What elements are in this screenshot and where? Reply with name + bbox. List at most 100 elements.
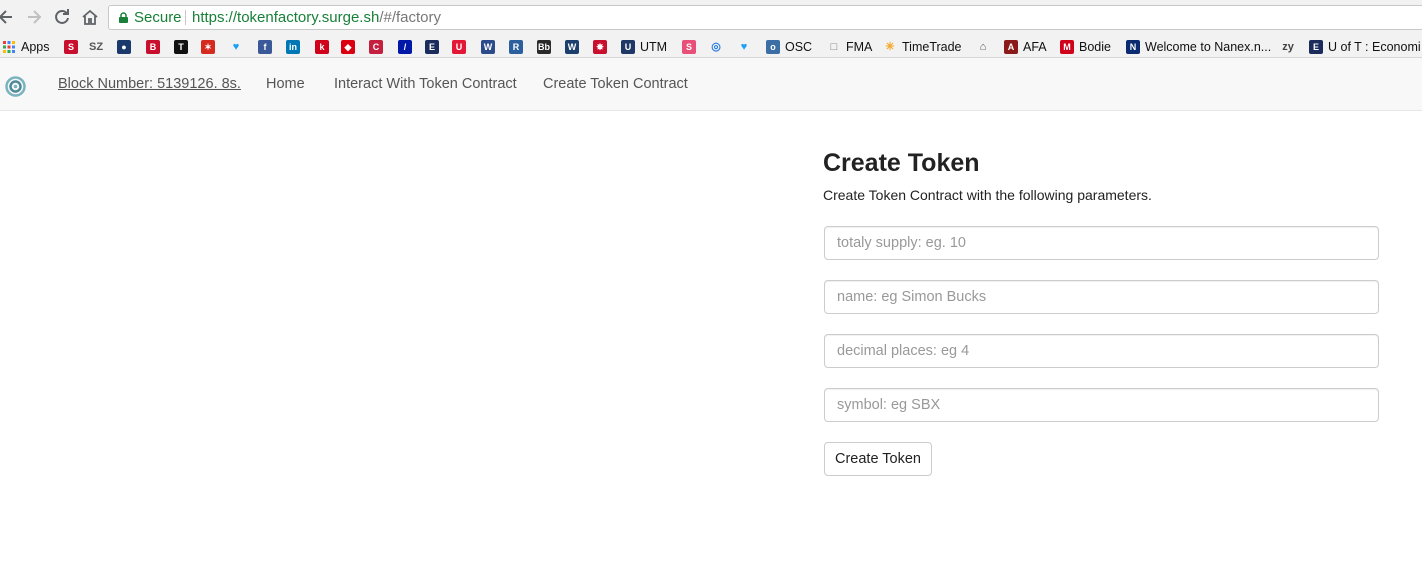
- bookmark-item[interactable]: ✸: [593, 38, 607, 55]
- e-icon: E: [1309, 39, 1323, 54]
- bookmark-label: Welcome to Nanex.n...: [1145, 39, 1272, 54]
- bookmark-item[interactable]: ◎: [709, 38, 723, 55]
- facebook-icon: f: [258, 39, 272, 54]
- target-icon: ◎: [711, 40, 721, 53]
- secure-label: Secure: [134, 9, 182, 26]
- hsbc-icon: ◆: [341, 39, 355, 54]
- bookmark-item[interactable]: ◆: [341, 38, 355, 55]
- utm-icon: U: [621, 39, 635, 54]
- maple-leaf-icon: ✶: [201, 39, 215, 54]
- bookmark-item[interactable]: E U of T : Economi: [1309, 38, 1421, 55]
- w-shield-icon: W: [481, 39, 495, 54]
- browser-toolbar: Secure https://tokenfactory.surge.sh/#/f…: [0, 0, 1422, 35]
- lock-icon: [119, 12, 128, 23]
- bookmark-item[interactable]: E: [425, 38, 439, 55]
- address-separator: [185, 10, 186, 25]
- bookmark-label: Apps: [21, 39, 50, 54]
- bookmark-label: FMA: [846, 39, 873, 54]
- bookmark-item[interactable]: /: [398, 38, 412, 55]
- nav-home[interactable]: Home: [266, 76, 305, 92]
- bookmark-item[interactable]: U: [452, 38, 466, 55]
- apps-grid-icon: [2, 40, 16, 54]
- globe-icon: ●: [117, 39, 131, 54]
- bookmark-label: UTM: [640, 39, 668, 54]
- cibc-icon: C: [369, 39, 383, 54]
- bookmark-item[interactable]: W: [565, 38, 579, 55]
- bookmark-item[interactable]: A AFA: [1004, 38, 1047, 55]
- linkedin-icon: in: [286, 39, 300, 54]
- block-number-link[interactable]: Block Number: 5139126. 8s.: [58, 76, 241, 92]
- bookmark-label: AFA: [1023, 39, 1047, 54]
- reload-icon[interactable]: [52, 7, 72, 27]
- bookmark-item[interactable]: C: [369, 38, 383, 55]
- symbol-input[interactable]: [824, 388, 1379, 422]
- bookmark-item[interactable]: W: [481, 38, 495, 55]
- bb-icon: Bb: [537, 39, 551, 54]
- create-token-button[interactable]: Create Token: [824, 442, 932, 476]
- w-icon: W: [565, 39, 579, 54]
- n-icon: N: [1126, 39, 1140, 54]
- bookmark-item[interactable]: f: [258, 38, 272, 55]
- building-icon: ⌂: [979, 40, 987, 53]
- home-icon[interactable]: [80, 7, 100, 27]
- bookmark-item[interactable]: o OSC: [766, 38, 812, 55]
- bookmark-item[interactable]: R: [509, 38, 523, 55]
- bookmark-item[interactable]: zy: [1281, 38, 1295, 55]
- bookmark-item[interactable]: N Welcome to Nanex.n...: [1126, 38, 1271, 55]
- url-host: https://tokenfactory.surge.sh: [192, 9, 380, 26]
- sz-icon: SZ: [89, 40, 104, 53]
- twitter-icon: ♥: [740, 40, 748, 53]
- brand-logo-icon[interactable]: [5, 76, 26, 97]
- bookmark-item[interactable]: ●: [117, 38, 131, 55]
- timetrade-icon: ✳: [885, 40, 895, 53]
- bookmark-item[interactable]: in: [286, 38, 300, 55]
- back-arrow-icon[interactable]: [0, 7, 16, 27]
- bill-icon: B: [146, 39, 160, 54]
- afa-icon: A: [1004, 39, 1018, 54]
- bookmark-item[interactable]: Apps: [2, 38, 50, 55]
- bookmark-label: OSC: [785, 39, 813, 54]
- bookmark-item[interactable]: ♥: [229, 38, 243, 55]
- gear-red-icon: ✸: [593, 39, 607, 54]
- forward-arrow-icon[interactable]: [24, 7, 44, 27]
- s-icon: S: [64, 39, 78, 54]
- bookmark-item[interactable]: ✳ TimeTrade: [883, 38, 962, 55]
- zy-icon: zy: [1282, 40, 1294, 53]
- bookmark-item[interactable]: Bb: [537, 38, 551, 55]
- bookmark-label: U of T : Economi: [1328, 39, 1421, 54]
- bookmarks-bar: Apps S SZ ● B T ✶ ♥ f in k ◆ C / E U W R Bb W ✸ U UTM S ◎ ♥ o OSC □ F…: [0, 35, 1422, 58]
- bookmark-item[interactable]: □ FMA: [827, 38, 873, 55]
- bookmark-label: TimeTrade: [902, 39, 962, 54]
- url-path: /#/factory: [379, 9, 442, 26]
- e-icon: E: [425, 39, 439, 54]
- bookmark-item[interactable]: ✶: [201, 38, 215, 55]
- deutsche-icon: /: [398, 39, 412, 54]
- s-pink-icon: S: [682, 39, 696, 54]
- bookmark-item[interactable]: T: [174, 38, 188, 55]
- page-icon: □: [830, 40, 838, 53]
- bookmark-item[interactable]: B: [146, 38, 160, 55]
- bookmark-item[interactable]: S: [682, 38, 696, 55]
- k-icon: k: [315, 39, 329, 54]
- app-navbar: Block Number: 5139126. 8s. Home Interact…: [0, 58, 1422, 111]
- nav-create-token[interactable]: Create Token Contract: [543, 76, 688, 92]
- m-icon: M: [1060, 39, 1074, 54]
- total-supply-input[interactable]: [824, 226, 1379, 260]
- nav-interact-token[interactable]: Interact With Token Contract: [334, 76, 517, 92]
- bookmark-item[interactable]: U UTM: [621, 38, 667, 55]
- bookmark-item[interactable]: ♥: [737, 38, 751, 55]
- bookmark-item[interactable]: S: [64, 38, 78, 55]
- bookmark-item[interactable]: SZ: [89, 38, 103, 55]
- bookmark-item[interactable]: ⌂: [976, 38, 990, 55]
- bookmark-item[interactable]: M Bodie: [1060, 38, 1111, 55]
- page-subtitle: Create Token Contract with the following…: [823, 187, 1152, 203]
- u-icon: U: [452, 39, 466, 54]
- twitter-icon: ♥: [232, 40, 240, 53]
- token-name-input[interactable]: [824, 280, 1379, 314]
- decimal-places-input[interactable]: [824, 334, 1379, 368]
- nyt-icon: T: [174, 39, 188, 54]
- r-icon: R: [509, 39, 523, 54]
- bookmark-item[interactable]: k: [315, 38, 329, 55]
- bookmark-label: Bodie: [1079, 39, 1111, 54]
- address-bar[interactable]: Secure https://tokenfactory.surge.sh/#/f…: [108, 5, 1422, 30]
